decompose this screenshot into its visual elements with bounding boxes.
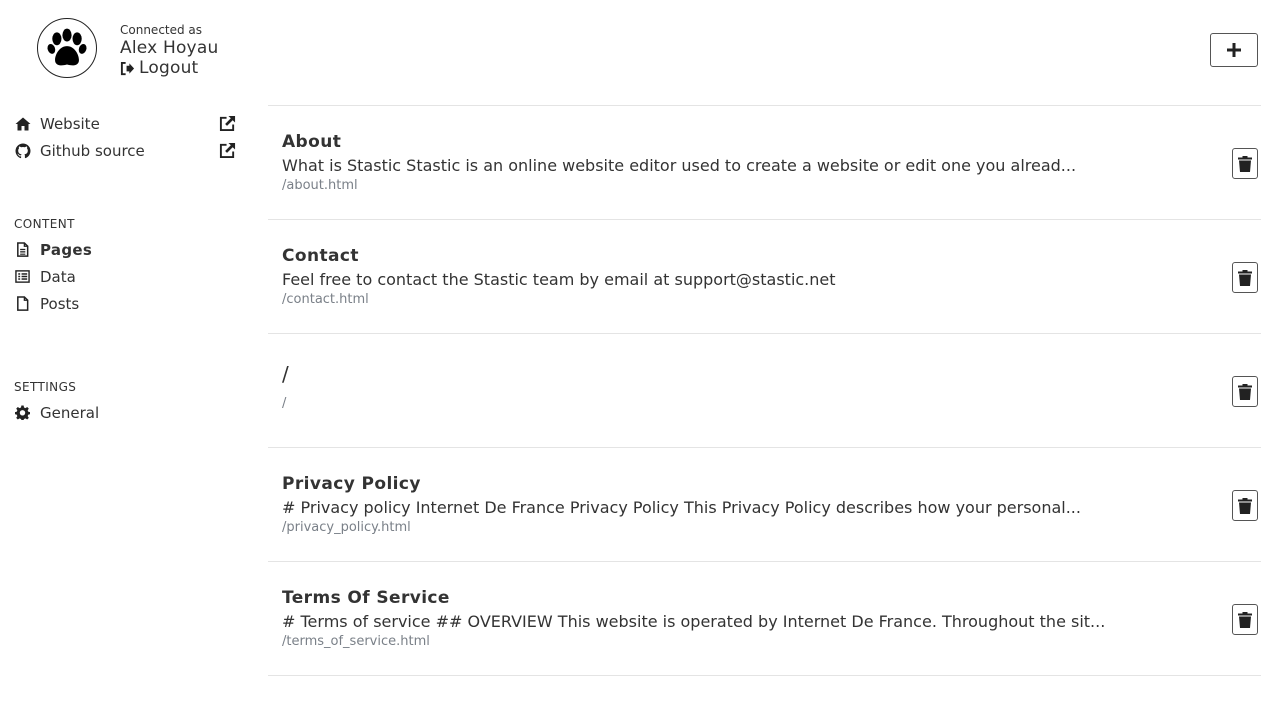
plus-icon bbox=[1227, 43, 1241, 57]
user-block: Connected as Alex Hoyau Logout bbox=[37, 18, 247, 80]
page-path: /about.html bbox=[282, 178, 358, 193]
page-path: /privacy_policy.html bbox=[282, 520, 411, 535]
user-info: Connected as Alex Hoyau Logout bbox=[120, 22, 218, 78]
sidebar-item-general[interactable]: General bbox=[14, 399, 236, 426]
page-list: About What is Stastic Stastic is an onli… bbox=[268, 105, 1261, 676]
sidebar-item-label: Posts bbox=[40, 294, 80, 313]
sidebar-item-pages[interactable]: Pages bbox=[14, 236, 236, 263]
trash-icon bbox=[1238, 155, 1252, 172]
page-excerpt: # Terms of service ## OVERVIEW This webs… bbox=[282, 612, 1106, 631]
delete-page-button[interactable] bbox=[1232, 376, 1258, 407]
page-excerpt: Feel free to contact the Stastic team by… bbox=[282, 270, 836, 289]
page-row[interactable]: Terms Of Service # Terms of service ## O… bbox=[268, 562, 1261, 676]
avatar bbox=[37, 18, 97, 78]
page-title: / bbox=[282, 362, 290, 386]
delete-page-button[interactable] bbox=[1232, 604, 1258, 635]
trash-icon bbox=[1238, 611, 1252, 628]
page-row[interactable]: Contact Feel free to contact the Stastic… bbox=[268, 220, 1261, 334]
page-excerpt: # Privacy policy Internet De France Priv… bbox=[282, 498, 1081, 517]
page-title: Terms Of Service bbox=[282, 588, 450, 608]
list-icon bbox=[14, 269, 31, 285]
sidebar-item-label: Pages bbox=[40, 240, 93, 259]
sidebar-item-data[interactable]: Data bbox=[14, 263, 236, 290]
page-excerpt: What is Stastic Stastic is an online web… bbox=[282, 156, 1077, 175]
user-name: Alex Hoyau bbox=[120, 38, 219, 58]
home-icon bbox=[14, 116, 31, 132]
gear-icon bbox=[14, 405, 31, 421]
trash-icon bbox=[1238, 383, 1252, 400]
nav-link-label: Website bbox=[40, 114, 100, 133]
add-page-button[interactable] bbox=[1210, 33, 1258, 67]
page-row[interactable]: About What is Stastic Stastic is an onli… bbox=[268, 106, 1261, 220]
page-path: /terms_of_service.html bbox=[282, 634, 430, 649]
logout-link[interactable]: Logout bbox=[120, 58, 218, 78]
github-icon bbox=[14, 143, 31, 159]
file-icon bbox=[14, 296, 31, 312]
connected-as-label: Connected as bbox=[120, 23, 203, 37]
sidebar: Connected as Alex Hoyau Logout Website G… bbox=[0, 0, 250, 706]
external-link-icon bbox=[218, 115, 236, 133]
nav-link-github[interactable]: Github source bbox=[14, 137, 236, 164]
section-title: CONTENT bbox=[14, 217, 75, 231]
page-title: Contact bbox=[282, 246, 359, 266]
page-path: / bbox=[282, 396, 287, 411]
settings-section: SETTINGS General bbox=[14, 379, 236, 426]
nav-link-label: Github source bbox=[40, 141, 145, 160]
sign-out-icon bbox=[120, 61, 135, 75]
delete-page-button[interactable] bbox=[1232, 490, 1258, 521]
file-text-icon bbox=[14, 242, 31, 258]
page-path: /contact.html bbox=[282, 292, 369, 307]
section-title: SETTINGS bbox=[14, 380, 77, 394]
nav-link-website[interactable]: Website bbox=[14, 110, 236, 137]
sidebar-item-posts[interactable]: Posts bbox=[14, 290, 236, 317]
trash-icon bbox=[1238, 269, 1252, 286]
page-row[interactable]: Privacy Policy # Privacy policy Internet… bbox=[268, 448, 1261, 562]
external-links: Website Github source bbox=[14, 110, 236, 164]
delete-page-button[interactable] bbox=[1232, 148, 1258, 179]
page-row[interactable]: / / bbox=[268, 334, 1261, 448]
sidebar-item-label: Data bbox=[40, 267, 76, 286]
external-link-icon bbox=[218, 142, 236, 160]
page-title: About bbox=[282, 132, 342, 152]
logout-label: Logout bbox=[139, 58, 199, 78]
paw-icon bbox=[47, 28, 87, 66]
trash-icon bbox=[1238, 497, 1252, 514]
delete-page-button[interactable] bbox=[1232, 262, 1258, 293]
page-title: Privacy Policy bbox=[282, 474, 421, 494]
content-section: CONTENT Pages Data Posts bbox=[14, 216, 236, 317]
sidebar-item-label: General bbox=[40, 403, 100, 422]
